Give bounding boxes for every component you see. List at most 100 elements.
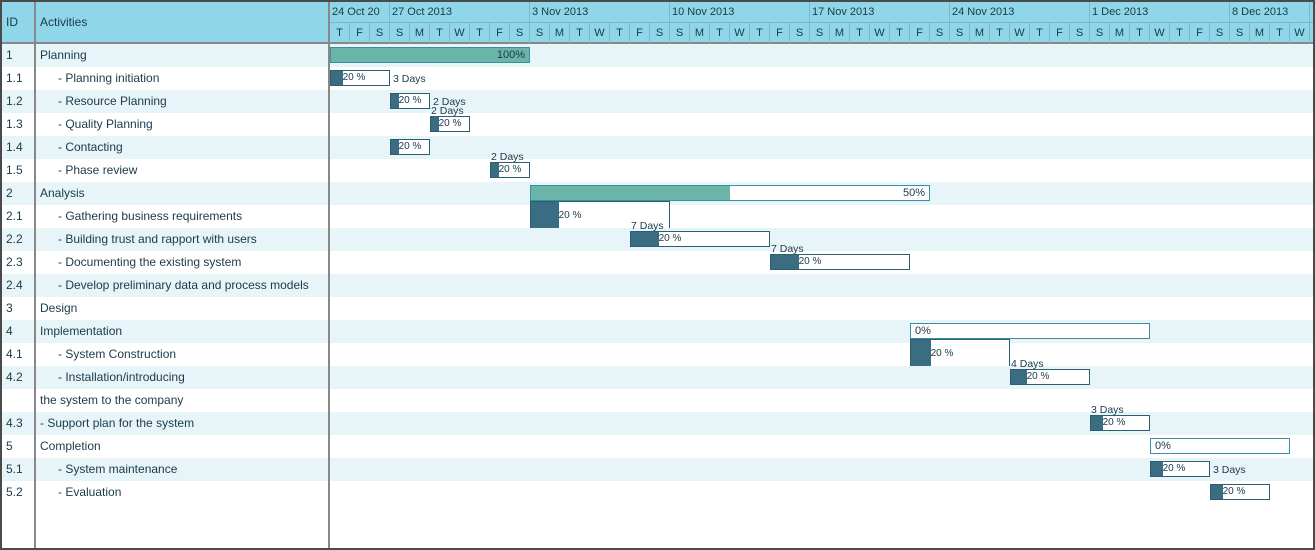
row-activity: - Evaluation [36,481,328,504]
duration-label: 3 Days [1213,464,1246,476]
row-activity: Analysis [36,182,328,205]
gantt-header: ID Activities 24 Oct 2027 Oct 20133 Nov … [2,2,1313,44]
day-header: S [1090,23,1110,43]
row-activity: - Quality Planning [36,113,328,136]
progress-label: 20 % [911,340,1009,368]
timeline-row: 20 %3 Days [330,412,1313,435]
timeline-row: 20 %2 Days [330,90,1313,113]
day-header: S [950,23,970,43]
day-header: W [1150,23,1170,43]
task-bar[interactable]: 20 %4 Days [1010,369,1090,385]
summary-bar[interactable]: 100% [330,47,530,63]
row-activity: - Building trust and rapport with users [36,228,328,251]
row-id: 2.3 [2,251,34,274]
progress-label: 20 % [391,140,429,153]
day-header: S [390,23,410,43]
row-activity: Implementation [36,320,328,343]
progress-label: 20 % [431,117,469,130]
day-header: F [910,23,930,43]
row-id: 2.4 [2,274,34,297]
task-bar[interactable]: 20 %7 Days [770,254,910,270]
day-header: S [650,23,670,43]
timeline-column: 100%20 %3 Days20 %2 Days20 %2 Days20 %20… [330,44,1313,548]
day-header: S [930,23,950,43]
day-header: S [810,23,830,43]
day-header: W [450,23,470,43]
row-id: 1 [2,44,34,67]
timeline-row: 20 %3 Days [330,458,1313,481]
day-header: F [770,23,790,43]
timeline-row [330,389,1313,412]
row-activity: - Planning initiation [36,67,328,90]
week-header: 10 Nov 2013 [670,2,810,22]
day-header: M [970,23,990,43]
timeline-row: 20 % [330,481,1313,504]
day-header: F [630,23,650,43]
progress-label: 20 % [331,71,389,84]
day-header: M [830,23,850,43]
progress-label: 20 % [1011,370,1089,383]
duration-label: 2 Days [431,105,464,117]
timeline-row: 50% [330,182,1313,205]
row-id: 5.2 [2,481,34,504]
progress-label: 0% [915,324,1145,338]
task-bar[interactable]: 20 %7 Days [630,231,770,247]
summary-bar[interactable]: 50% [530,185,930,201]
task-bar[interactable]: 20 %2 Days [430,116,470,132]
day-header: T [990,23,1010,43]
timeline-row: 20 % [330,136,1313,159]
task-bar[interactable]: 20 % [910,339,1010,369]
row-activity: - Resource Planning [36,90,328,113]
duration-label: 2 Days [491,151,524,163]
timeline-row: 20 %3 Days [330,67,1313,90]
row-activity: - Phase review [36,159,328,182]
task-bar[interactable]: 20 %3 Days [1090,415,1150,431]
timeline-row: 0% [330,320,1313,343]
day-header: T [470,23,490,43]
timeline-row: 20 %7 Days [330,251,1313,274]
row-activity: Design [36,297,328,320]
day-header: S [790,23,810,43]
row-activity: - Contacting [36,136,328,159]
progress-label: 20 % [771,255,909,268]
task-bar[interactable]: 20 %2 Days [390,93,430,109]
summary-bar[interactable]: 0% [910,323,1150,339]
row-id: 1.2 [2,90,34,113]
timeline-row: 20 %2 Days [330,159,1313,182]
row-activity: - System maintenance [36,458,328,481]
day-header: T [1130,23,1150,43]
duration-label: 7 Days [771,243,804,255]
day-header: T [710,23,730,43]
task-bar[interactable]: 20 %2 Days [490,162,530,178]
id-column: 11.11.21.31.41.522.12.22.32.4344.14.24.3… [2,44,36,548]
task-bar[interactable]: 20 %3 Days [330,70,390,86]
timeline-row: 20 %4 Days [330,366,1313,389]
row-id [2,389,34,412]
task-bar[interactable]: 20 % [1210,484,1270,500]
row-id: 4.2 [2,366,34,389]
timeline-row: 100% [330,44,1313,67]
day-header: W [1290,23,1310,43]
timeline-header: 24 Oct 2027 Oct 20133 Nov 201310 Nov 201… [330,2,1313,42]
row-activity: - Documenting the existing system [36,251,328,274]
task-bar[interactable]: 20 % [390,139,430,155]
row-activity: - Develop preliminary data and process m… [36,274,328,297]
summary-bar[interactable]: 0% [1150,438,1290,454]
week-header: 17 Nov 2013 [810,2,950,22]
activities-column: Planning- Planning initiation- Resource … [36,44,330,548]
timeline-row: 20 % [330,205,1313,228]
progress-label: 20 % [631,232,769,245]
timeline-row: 0% [330,435,1313,458]
timeline-row: 20 % [330,343,1313,366]
week-header: 24 Oct 20 [330,2,390,22]
row-activity: the system to the company [36,389,328,412]
timeline-row [330,297,1313,320]
day-header: S [530,23,550,43]
day-header: T [850,23,870,43]
row-activity: - Gathering business requirements [36,205,328,228]
day-header: F [1190,23,1210,43]
day-header: M [1110,23,1130,43]
day-header: T [570,23,590,43]
week-header: 27 Oct 2013 [390,2,530,22]
task-bar[interactable]: 20 %3 Days [1150,461,1210,477]
